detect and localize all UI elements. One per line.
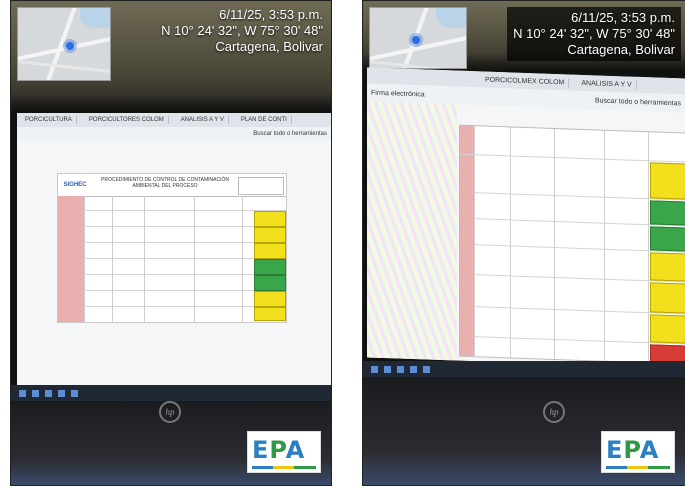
- geotag-place: Cartagena, Bolivar: [567, 42, 675, 57]
- taskbar-app-icon[interactable]: [410, 365, 417, 373]
- toolbar-label[interactable]: Firma electrónica: [371, 89, 425, 98]
- geotag-overlay: 6/11/25, 3:53 p.m. N 10° 24' 32", W 75° …: [161, 7, 323, 55]
- risk-level-cell: [254, 243, 286, 259]
- document-header: SIGHEC PROCEDIMIENTO DE CONTROL DE CONTA…: [58, 174, 286, 197]
- document-title: PROCEDIMIENTO DE CONTROL DE CONTAMINACIÓ…: [101, 177, 229, 189]
- geotag-datetime: 6/11/25, 3:53 p.m.: [571, 10, 675, 25]
- browser-tab[interactable]: PORCICULTORES COLOM: [85, 116, 169, 124]
- taskbar-app-icon[interactable]: [32, 389, 39, 397]
- hp-logo-icon: hp: [159, 401, 181, 423]
- risk-matrix-table: [58, 196, 286, 322]
- document-code-box: [238, 177, 284, 195]
- risk-level-cell: [254, 275, 286, 291]
- laptop-screen: PORCICULTURA PORCICULTORES COLOM ANALISI…: [17, 113, 331, 385]
- hp-logo-icon: hp: [543, 401, 565, 423]
- document-logo: SIGHEC: [63, 182, 87, 188]
- location-pin-icon: [66, 42, 74, 50]
- taskbar-app-icon[interactable]: [19, 389, 26, 397]
- geotag-place: Cartagena, Bolivar: [215, 39, 323, 54]
- search-tools[interactable]: Buscar todo o herramientas: [253, 131, 327, 137]
- taskbar-app-icon[interactable]: [45, 389, 52, 397]
- epa-logo: EPA: [601, 431, 675, 473]
- geotag-coordinates: N 10° 24' 32", W 75° 30' 48": [513, 26, 675, 41]
- taskbar-app-icon[interactable]: [71, 389, 78, 397]
- taskbar-app-icon[interactable]: [397, 365, 404, 373]
- geotag-datetime: 6/11/25, 3:53 p.m.: [219, 7, 323, 22]
- risk-level-cell: [650, 252, 685, 282]
- photo-right: 6/11/25, 3:53 p.m. N 10° 24' 32", W 75° …: [362, 0, 685, 486]
- geotag-overlay: 6/11/25, 3:53 p.m. N 10° 24' 32", W 75° …: [507, 7, 681, 61]
- risk-matrix-table: [459, 124, 685, 365]
- geotag-coordinates: N 10° 24' 32", W 75° 30' 48": [161, 23, 323, 38]
- photo-left: 6/11/25, 3:53 p.m. N 10° 24' 32", W 75° …: [10, 0, 332, 486]
- moire-pattern: [367, 101, 457, 369]
- taskbar-app-icon[interactable]: [58, 389, 65, 397]
- location-minimap: [17, 7, 111, 81]
- browser-tab[interactable]: PLAN DE CONTI: [237, 116, 292, 124]
- app-toolbar: Buscar todo o herramientas: [17, 127, 331, 141]
- document-page: SIGHEC PROCEDIMIENTO DE CONTROL DE CONTA…: [57, 173, 287, 323]
- taskbar-app-icon[interactable]: [384, 365, 391, 373]
- epa-logo: EPA: [247, 431, 321, 473]
- location-pin-icon: [412, 36, 420, 44]
- browser-tab[interactable]: ANALISIS A Y V: [177, 116, 229, 124]
- search-tools[interactable]: Buscar todo o herramientas: [595, 97, 681, 107]
- risk-level-cell: [254, 227, 286, 243]
- risk-level-cell: [254, 259, 286, 275]
- browser-tab[interactable]: PORCICOLMEX COLOM: [481, 74, 570, 88]
- browser-tab[interactable]: PORCICULTURA: [21, 116, 77, 124]
- windows-taskbar: [11, 385, 331, 401]
- risk-level-cell: [650, 282, 685, 314]
- windows-taskbar: [363, 361, 685, 377]
- risk-level-cell: [650, 200, 685, 226]
- location-minimap: [369, 7, 467, 69]
- risk-level-cell: [650, 226, 685, 252]
- risk-level-cell: [650, 162, 685, 200]
- browser-tab[interactable]: ANALISIS A Y V: [577, 78, 637, 90]
- table-category-column: [58, 196, 85, 322]
- risk-level-cell: [254, 307, 286, 321]
- browser-tab-bar: PORCICULTURA PORCICULTORES COLOM ANALISI…: [17, 113, 331, 127]
- taskbar-app-icon[interactable]: [423, 365, 430, 373]
- taskbar-app-icon[interactable]: [371, 365, 378, 373]
- risk-level-cell: [254, 211, 286, 227]
- risk-level-cell: [650, 314, 685, 344]
- risk-level-cell: [254, 291, 286, 307]
- laptop-screen: PORCICOLMEX COLOM ANALISIS A Y V Firma e…: [367, 67, 685, 369]
